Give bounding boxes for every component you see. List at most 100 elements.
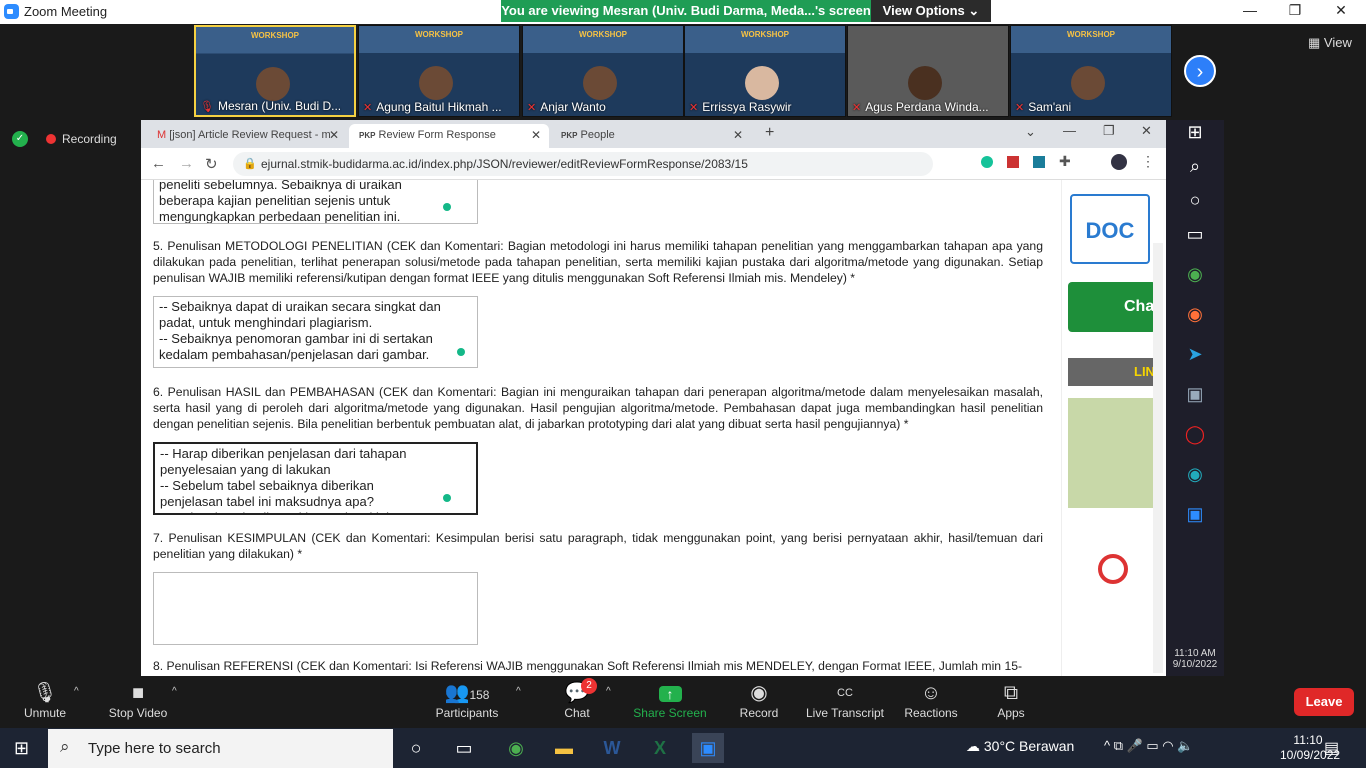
extension-icon[interactable] <box>1007 156 1019 168</box>
view-options-button[interactable]: View Options ⌄ <box>871 0 991 22</box>
tab-gmail[interactable]: M [json] Article Review Request - m ✕ <box>147 124 347 148</box>
participant-tile[interactable]: WORKSHOP ✕ Agung Baitul Hikmah ... <box>358 25 520 117</box>
tab-review-form[interactable]: PKP Review Form Response ✕ <box>349 124 549 148</box>
view-options-label: View Options <box>882 3 965 18</box>
live-transcript-button[interactable]: CC Live Transcript <box>800 680 890 720</box>
whatsapp-chat-banner[interactable]: Cha <box>1068 282 1156 332</box>
weather-text: 30°C Berawan <box>983 738 1075 754</box>
view-button[interactable]: ▦ View <box>1308 35 1352 51</box>
chevron-up-icon[interactable]: ^ <box>172 686 177 697</box>
circle-icon[interactable]: ○ <box>1180 190 1210 220</box>
stop-video-button[interactable]: ■ Stop Video <box>93 680 183 720</box>
record-icon: ◉ <box>750 682 768 704</box>
response-textarea-4[interactable]: peneliti sebelumnya. Sebaiknya di uraika… <box>153 180 478 224</box>
task-view-icon[interactable]: ▭ <box>1180 224 1210 254</box>
edge-icon[interactable]: ◉ <box>1180 464 1210 494</box>
doc-icon[interactable]: DOC <box>1070 194 1150 264</box>
chevron-up-icon[interactable]: ^ <box>74 686 79 697</box>
response-textarea-7[interactable] <box>153 572 478 645</box>
workshop-label: WORKSHOP <box>1067 30 1115 39</box>
taskbar-search[interactable]: ⌕ Type here to search <box>48 729 393 768</box>
live-transcript-label: Live Transcript <box>805 706 885 720</box>
next-page-button[interactable]: › <box>1184 55 1216 87</box>
apps-button[interactable]: ⧉ Apps <box>966 680 1056 720</box>
telegram-icon[interactable]: ➤ <box>1180 344 1210 374</box>
shield-icon[interactable]: ✓ <box>12 131 28 147</box>
close-icon[interactable]: ✕ <box>329 128 339 142</box>
close-icon[interactable]: ✕ <box>1326 2 1356 19</box>
response-textarea-6[interactable]: -- Harap diberikan penjelasan dari tahap… <box>153 442 478 515</box>
cortana-icon[interactable]: ○ <box>400 733 432 763</box>
grammarly-dot-icon[interactable] <box>443 203 451 211</box>
workshop-label: WORKSHOP <box>579 30 627 39</box>
grammarly-icon[interactable] <box>981 156 993 168</box>
chat-label: Chat <box>564 706 590 720</box>
apps-label: Apps <box>997 706 1025 720</box>
chevron-up-icon[interactable]: ^ <box>516 686 521 697</box>
excel-icon[interactable]: X <box>644 733 676 763</box>
participant-tile[interactable]: WORKSHOP ✕ Anjar Wanto <box>522 25 684 117</box>
minimize-icon[interactable]: — <box>1235 2 1265 18</box>
minimize-icon[interactable]: — <box>1063 123 1076 138</box>
restore-icon[interactable]: ❐ <box>1280 2 1310 19</box>
stop-video-label: Stop Video <box>108 706 168 720</box>
search-icon[interactable]: ⌕ <box>1180 156 1210 186</box>
reactions-button[interactable]: ☺ Reactions <box>886 680 976 720</box>
address-bar: ← → ↻ 🔒 ejurnal.stmik-budidarma.ac.id/ind… <box>141 148 1166 180</box>
participants-label: Participants <box>435 706 499 720</box>
menu-icon[interactable]: ⋮ <box>1141 153 1155 170</box>
zoom-app-icon[interactable]: ▣ <box>1180 504 1210 534</box>
participants-count: 158 <box>469 688 490 702</box>
grammarly-dot-icon[interactable] <box>457 348 465 356</box>
link-banner[interactable]: LIN <box>1068 358 1156 386</box>
participant-tile[interactable]: WORKSHOP ✕ Errissya Rasywir <box>684 25 846 117</box>
recording-label: Recording <box>62 132 117 146</box>
computer-icon[interactable]: ▣ <box>1180 384 1210 414</box>
participant-tile[interactable]: WORKSHOP ✕ Sam'ani <box>1010 25 1172 117</box>
firefox-icon[interactable]: ◉ <box>1180 304 1210 334</box>
weather-widget[interactable]: ☁ 30°C Berawan <box>966 738 1074 755</box>
new-tab-icon[interactable]: + <box>765 124 774 142</box>
pkp-icon: PKP <box>359 131 376 140</box>
chrome-icon[interactable]: ◉ <box>1180 264 1210 294</box>
restore-icon[interactable]: ❐ <box>1103 123 1115 139</box>
participant-tile[interactable]: WORKSHOP 🎙 Mesran (Univ. Budi D... <box>194 25 356 117</box>
search-placeholder: Type here to search <box>88 740 221 757</box>
back-icon[interactable]: ← <box>151 155 166 172</box>
close-icon[interactable]: ✕ <box>531 128 541 142</box>
close-icon[interactable]: ✕ <box>733 128 743 142</box>
tab-search-icon[interactable]: ⌄ <box>1025 124 1036 140</box>
windows-start-icon[interactable]: ⊞ <box>14 739 32 757</box>
avatar[interactable] <box>1111 154 1127 170</box>
participants-button[interactable]: 👥158 Participants <box>422 680 512 720</box>
leave-button[interactable]: Leave <box>1294 688 1354 716</box>
url-field[interactable]: 🔒 ejurnal.stmik-budidarma.ac.id/index.php… <box>233 152 933 176</box>
record-button[interactable]: ◉ Record <box>714 680 804 720</box>
participant-tile[interactable]: ✕ Agus Perdana Winda... <box>847 25 1009 117</box>
close-icon[interactable]: ✕ <box>1141 123 1152 139</box>
extension-icon[interactable] <box>1033 156 1045 168</box>
word-icon[interactable]: W <box>596 733 628 763</box>
response-textarea-5[interactable]: -- Sebaiknya dapat di uraikan secara sin… <box>153 296 478 368</box>
tray-icons[interactable]: ^ ⧉ 🎤 ▭ ◠ 🔈 <box>1104 738 1193 754</box>
opera-icon[interactable]: ◯ <box>1180 424 1210 454</box>
grammarly-dot-icon[interactable] <box>443 494 451 502</box>
reload-icon[interactable]: ↻ <box>205 155 218 173</box>
chevron-up-icon[interactable]: ^ <box>606 686 611 697</box>
share-arrow-icon: ↑ <box>658 686 682 702</box>
share-screen-button[interactable]: ↑ Share Screen <box>625 680 715 720</box>
side-clock: 11:10 AM 9/10/2022 <box>1166 648 1224 670</box>
forward-icon[interactable]: → <box>179 155 194 172</box>
zoom-taskbar-icon[interactable]: ▣ <box>692 733 724 763</box>
page-scrollbar[interactable] <box>1153 243 1163 673</box>
chrome-icon[interactable]: ◉ <box>500 733 532 763</box>
file-explorer-icon[interactable]: ▬ <box>548 733 580 763</box>
doc-label: DOC <box>1085 218 1135 243</box>
notification-icon[interactable]: ▤ <box>1324 738 1339 758</box>
journal-cover-image[interactable] <box>1068 398 1154 508</box>
avatar <box>583 66 617 100</box>
tab-people[interactable]: PKP People ✕ <box>551 124 751 148</box>
windows-logo-icon[interactable]: ⊞ <box>1180 122 1210 152</box>
puzzle-icon[interactable]: ✚ <box>1059 153 1071 170</box>
task-view-icon[interactable]: ▭ <box>448 733 480 763</box>
